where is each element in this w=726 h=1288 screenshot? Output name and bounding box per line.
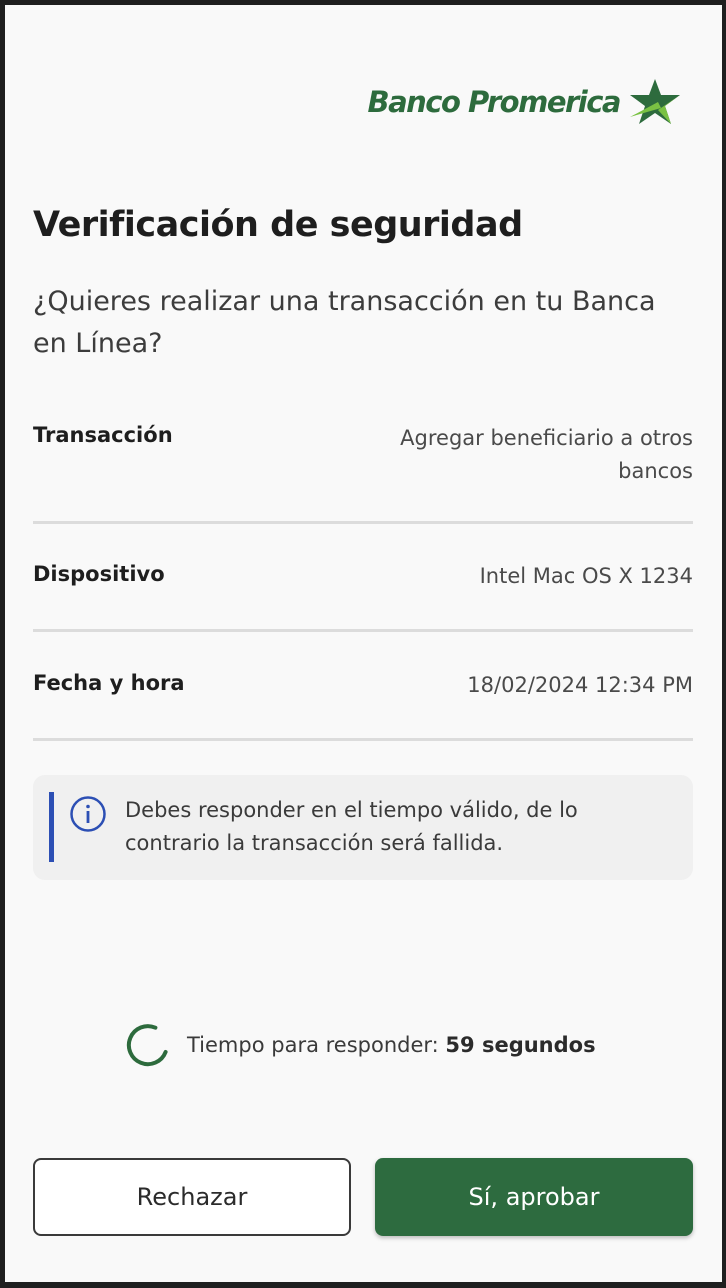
detail-label: Fecha y hora: [33, 671, 185, 695]
star-logo-icon: [630, 79, 680, 124]
detail-value: Intel Mac OS X 1234: [479, 564, 693, 588]
detail-row-device: Dispositivo Intel Mac OS X 1234: [33, 562, 693, 632]
notice-text: Debes responder en el tiempo válido, de …: [125, 798, 578, 855]
notice-accent-bar: [49, 792, 54, 862]
detail-value: 18/02/2024 12:34 PM: [467, 673, 693, 697]
notice-box: Debes responder en el tiempo válido, de …: [33, 775, 693, 880]
page-title: Verificación de seguridad: [33, 205, 523, 245]
detail-row-datetime: Fecha y hora 18/02/2024 12:34 PM: [33, 671, 693, 741]
approve-button[interactable]: Sí, aprobar: [375, 1158, 693, 1236]
confirmation-question: ¿Quieres realizar una transacción en tu …: [33, 286, 656, 359]
timer-text: Tiempo para responder: 59 segundos: [187, 1033, 596, 1057]
info-icon: [70, 796, 106, 832]
timer-value: 59 segundos: [445, 1033, 596, 1057]
screen: Banco Promerica Verificación de segurida…: [5, 5, 722, 1282]
timer-label: Tiempo para responder:: [187, 1033, 439, 1057]
detail-label: Dispositivo: [33, 562, 165, 586]
reject-button[interactable]: Rechazar: [33, 1158, 351, 1236]
detail-value: Agregar beneficiario a otros bancos: [400, 426, 693, 483]
response-timer: Tiempo para responder: 59 segundos: [125, 1022, 596, 1068]
brand-logo: Banco Promerica: [367, 77, 682, 127]
brand-name: Banco Promerica: [367, 85, 621, 119]
detail-row-transaction: Transacción Agregar beneficiario a otros…: [33, 423, 693, 524]
spinner-icon: [126, 1024, 168, 1067]
detail-label: Transacción: [33, 423, 173, 447]
